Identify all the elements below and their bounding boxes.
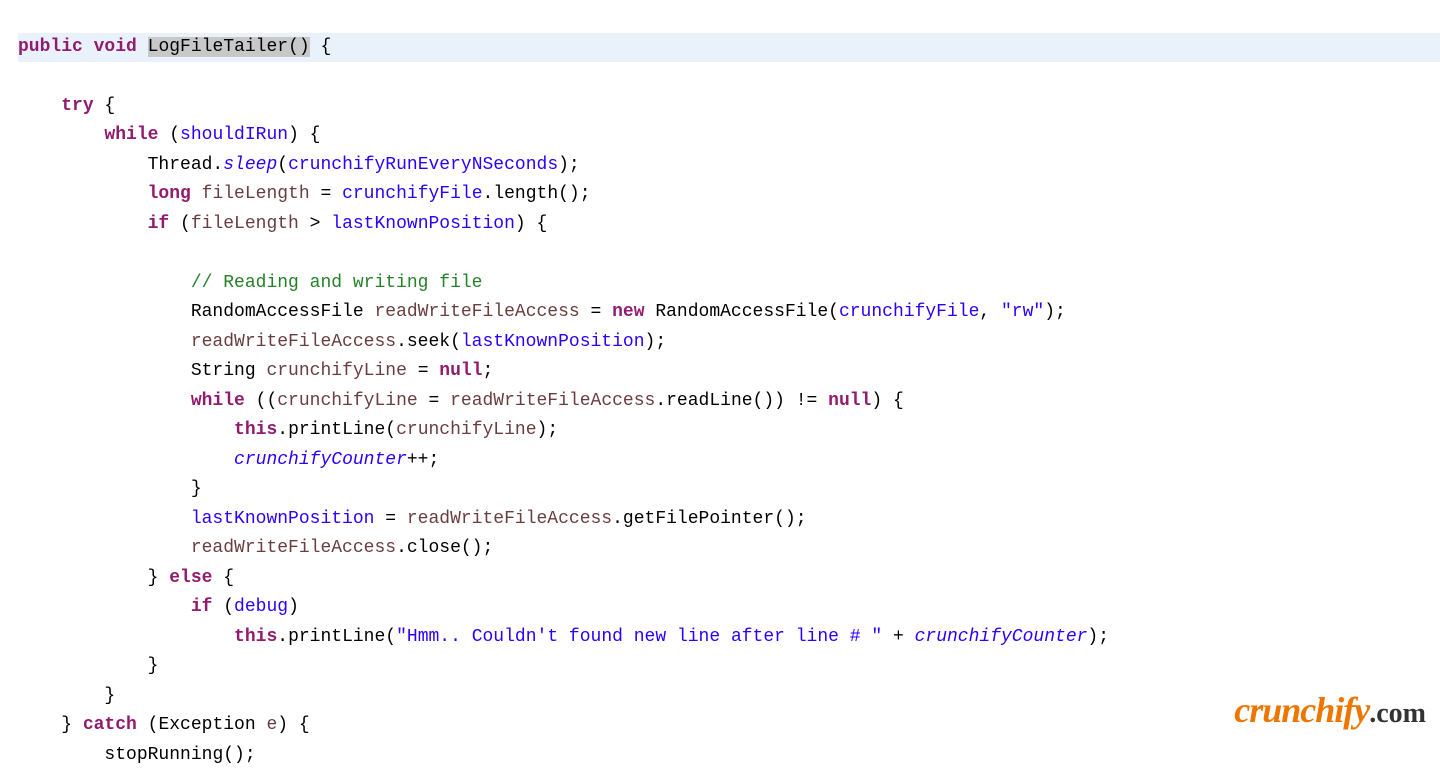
code-line-17: } else { [18,568,234,588]
code-line-11: while ((crunchifyLine = readWriteFileAcc… [18,391,904,411]
code-line-8: RandomAccessFile readWriteFileAccess = n… [18,302,1066,322]
code-line-blank [18,243,29,263]
code-line-10: String crunchifyLine = null; [18,361,493,381]
watermark: crunchify.com [1234,696,1426,729]
code-line-1: public void LogFileTailer() { [18,33,1440,63]
keyword-void: void [94,37,137,57]
code-line-23: stopRunning(); [18,745,256,765]
code-line-18: if (debug) [18,597,299,617]
code-line-2: try { [18,96,115,116]
code-line-5: long fileLength = crunchifyFile.length()… [18,184,591,204]
code-line-19: this.printLine("Hmm.. Couldn't found new… [18,627,1109,647]
code-line-3: while (shouldIRun) { [18,125,320,145]
code-line-12: this.printLine(crunchifyLine); [18,420,558,440]
code-line-20: } [18,656,158,676]
keyword-public: public [18,37,83,57]
code-line-13: crunchifyCounter++; [18,450,439,470]
watermark-dotcom: .com [1369,698,1426,729]
code-line-9: readWriteFileAccess.seek(lastKnownPositi… [18,332,666,352]
code-line-22: } catch (Exception e) { [18,715,310,735]
code-block: public void LogFileTailer() { try { whil… [0,0,1440,770]
code-line-7: // Reading and writing file [18,273,482,293]
code-line-14: } [18,479,202,499]
watermark-brand: crunchify [1234,690,1369,730]
code-line-21: } [18,686,115,706]
code-line-15: lastKnownPosition = readWriteFileAccess.… [18,509,807,529]
code-line-4: Thread.sleep(crunchifyRunEveryNSeconds); [18,155,580,175]
code-line-6: if (fileLength > lastKnownPosition) { [18,214,547,234]
code-line-16: readWriteFileAccess.close(); [18,538,493,558]
method-name-selection: LogFileTailer() [148,37,310,57]
